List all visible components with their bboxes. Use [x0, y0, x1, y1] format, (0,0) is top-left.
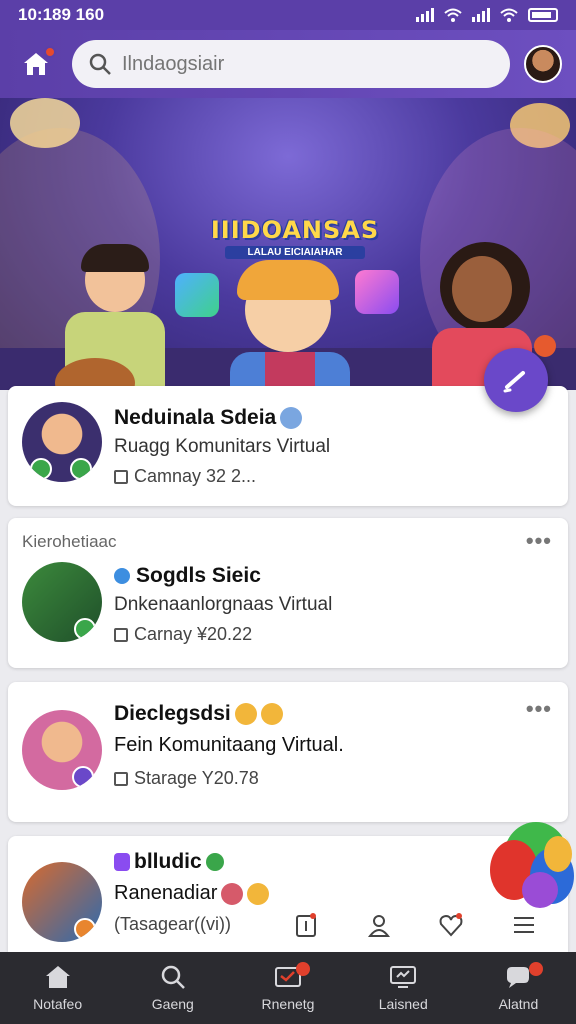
bottom-navigation: Notafeo Gaeng Rnenetg Laisned Alatnd	[0, 952, 576, 1024]
community-avatar	[22, 402, 102, 482]
nav-label: Laisned	[378, 996, 428, 1012]
verified-badge	[74, 918, 96, 940]
emoji-icon	[234, 703, 257, 726]
notification-badge	[44, 46, 56, 58]
nav-badge	[296, 962, 311, 976]
card-title: Neduinala Sdeia	[114, 406, 303, 430]
emoji-icon	[221, 882, 244, 905]
section-label: Kierohetiaac	[22, 532, 117, 551]
menu-icon[interactable]	[511, 912, 537, 938]
verified-badge	[72, 766, 94, 788]
emoji-icon	[260, 703, 283, 726]
community-card[interactable]: Kierohetiaac ••• Sogdls Sieic Dnkenaanlo…	[8, 518, 568, 668]
nav-badge	[528, 962, 543, 976]
card-meta: Carnay ¥20.22	[114, 624, 252, 645]
card-subtitle: Fein Komunitaang Virtual.	[114, 734, 344, 756]
card-title: Sogdls Sieic	[114, 564, 261, 588]
hero-banner: IIIDOANSAS LALAU EICIAIAHAR	[0, 98, 576, 390]
compose-fab[interactable]	[484, 348, 548, 412]
home-button[interactable]	[14, 42, 58, 86]
card-meta: Camnay 32 2...	[114, 466, 256, 487]
calendar-icon	[114, 469, 128, 484]
status-icons	[416, 8, 558, 22]
nav-label: Rnenetg	[261, 996, 315, 1012]
edit-icon	[503, 371, 525, 393]
card-meta: Starage Y20.78	[114, 768, 259, 789]
card-title: Dieclegsdsi	[114, 702, 283, 726]
wifi-icon	[444, 8, 462, 22]
nav-item-search[interactable]: Gaeng	[115, 952, 230, 1024]
community-card[interactable]: Neduinala Sdeia Ruagg Komunitars Virtual…	[8, 386, 568, 506]
status-bar: 10:189 160	[0, 0, 576, 30]
card-title: blludic	[114, 850, 224, 874]
floating-app-icon-left	[175, 273, 219, 317]
search-icon	[161, 965, 185, 989]
hero-subtitle: LALAU EICIAIAHAR	[225, 246, 365, 259]
card-action-row	[270, 908, 560, 942]
sparkle-icon	[205, 853, 224, 872]
wifi-icon-2	[500, 8, 518, 22]
nav-item-home[interactable]: Notafeo	[0, 952, 115, 1024]
user-icon[interactable]	[366, 912, 392, 938]
nav-item-screen[interactable]: Laisned	[346, 952, 461, 1024]
app-bar	[0, 30, 576, 98]
community-avatar	[22, 562, 102, 642]
app-icon	[114, 853, 130, 872]
screen-icon	[390, 966, 417, 988]
nav-item-messages[interactable]: Rnenetg	[230, 952, 345, 1024]
floating-app-icon-right	[355, 270, 399, 314]
search-input[interactable]	[122, 52, 494, 76]
verified-badge	[30, 458, 52, 480]
card-meta: (Tasagear((vi))	[114, 914, 232, 934]
fab-badge	[534, 335, 556, 357]
nav-item-chat[interactable]: Alatnd	[461, 952, 576, 1024]
counter-icon[interactable]	[293, 912, 319, 938]
hero-character-center	[225, 260, 355, 390]
card-subtitle: Ranenadiar	[114, 882, 270, 905]
search-icon	[89, 53, 111, 75]
verified-badge	[74, 618, 96, 640]
info-icon	[114, 568, 130, 585]
signal-icon	[416, 8, 434, 22]
profile-avatar[interactable]	[524, 45, 562, 83]
heart-icon[interactable]	[438, 912, 464, 938]
search-bar[interactable]	[72, 40, 510, 88]
nav-label: Gaeng	[151, 996, 194, 1012]
more-options-button[interactable]: •••	[526, 696, 552, 722]
more-options-button[interactable]: •••	[526, 528, 552, 554]
emoji-icon	[247, 882, 270, 905]
card-subtitle: Dnkenaanlorgnaas Virtual	[114, 594, 333, 615]
nav-label: Alatnd	[498, 996, 539, 1012]
community-card[interactable]: ••• Dieclegsdsi Fein Komunitaang Virtual…	[8, 682, 568, 822]
calendar-icon	[114, 627, 128, 642]
status-time: 10:189 160	[18, 5, 105, 24]
verified-badge	[70, 458, 92, 480]
community-avatar	[22, 862, 102, 942]
home-icon	[45, 966, 70, 988]
signal-icon-2	[472, 8, 490, 22]
emoji-icon	[280, 407, 303, 430]
balloons-icon	[490, 822, 574, 908]
hero-character-guitarist	[55, 244, 175, 390]
nav-label: Notafeo	[33, 996, 83, 1012]
calendar-icon	[114, 771, 128, 786]
community-avatar	[22, 710, 102, 790]
battery-icon	[528, 8, 558, 22]
card-subtitle: Ruagg Komunitars Virtual	[114, 436, 331, 457]
